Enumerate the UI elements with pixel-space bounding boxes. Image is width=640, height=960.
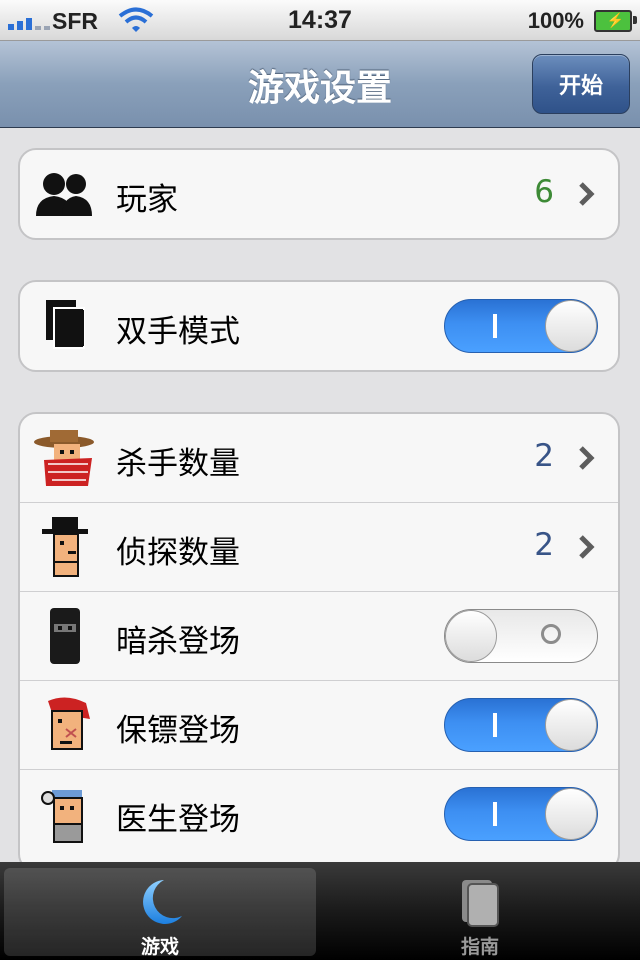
bodyguard-label: 保镖登场 (116, 713, 240, 749)
chevron-right-icon (579, 535, 595, 559)
switch-off-mark (541, 624, 561, 644)
switch-knob (545, 699, 597, 751)
players-count: 6 (534, 174, 554, 210)
switch-knob (545, 300, 597, 352)
tab-game-label: 游戏 (140, 936, 179, 958)
moon-icon (143, 880, 182, 924)
battery-tip (633, 16, 637, 24)
bodyguard-switch[interactable] (444, 698, 598, 752)
tab-guide-label: 指南 (460, 936, 499, 958)
detective-count-value: 2 (534, 527, 554, 563)
assassin-label: 暗杀登场 (116, 624, 240, 660)
doctor-icon (41, 790, 83, 843)
tab-game[interactable]: 游戏 (4, 868, 316, 958)
doctor-label: 医生登场 (116, 802, 240, 838)
cards-icon (46, 300, 85, 349)
two-hand-group: 双手模式 (18, 280, 620, 372)
doctor-row: 医生登场 (20, 770, 618, 858)
charging-plug-icon: ⚡ (606, 12, 624, 28)
two-hand-label: 双手模式 (116, 314, 240, 350)
switch-on-mark (493, 802, 497, 826)
bodyguard-row: 保镖登场 (20, 681, 618, 770)
two-hand-row: 双手模式 (20, 282, 618, 370)
tab-bar: 游戏 指南 (0, 862, 640, 960)
assassin-row: 暗杀登场 (20, 592, 618, 681)
chevron-right-icon (579, 446, 595, 470)
start-button[interactable]: 开始 (532, 54, 630, 114)
switch-knob (545, 788, 597, 840)
detective-count-label: 侦探数量 (116, 535, 240, 571)
assassin-switch[interactable] (444, 609, 598, 663)
players-icon (36, 173, 92, 216)
bodyguard-icon (48, 697, 90, 750)
killer-count-value: 2 (534, 438, 554, 474)
players-group: 玩家 6 (18, 148, 620, 240)
book-icon (462, 880, 499, 927)
players-row[interactable]: 玩家 6 (20, 150, 618, 238)
detective-icon (42, 517, 88, 577)
navigation-bar: 游戏设置 开始 (0, 41, 640, 128)
switch-on-mark (493, 314, 497, 338)
assassin-icon (50, 608, 80, 664)
roles-group: 杀手数量 2 侦探数量 2 暗杀登场 保镖登场 医生登场 (18, 412, 620, 872)
killer-icon (34, 430, 94, 486)
switch-on-mark (493, 713, 497, 737)
two-hand-switch[interactable] (444, 299, 598, 353)
status-bar: SFR 14:37 100% ⚡ (0, 0, 640, 41)
battery-percent: 100% (527, 8, 584, 33)
chevron-right-icon (579, 182, 595, 206)
killer-count-label: 杀手数量 (116, 446, 240, 482)
switch-knob (445, 610, 497, 662)
killer-count-row[interactable]: 杀手数量 2 (20, 414, 618, 503)
detective-count-row[interactable]: 侦探数量 2 (20, 503, 618, 592)
doctor-switch[interactable] (444, 787, 598, 841)
players-label: 玩家 (116, 182, 178, 218)
tab-guide[interactable]: 指南 (324, 868, 636, 958)
